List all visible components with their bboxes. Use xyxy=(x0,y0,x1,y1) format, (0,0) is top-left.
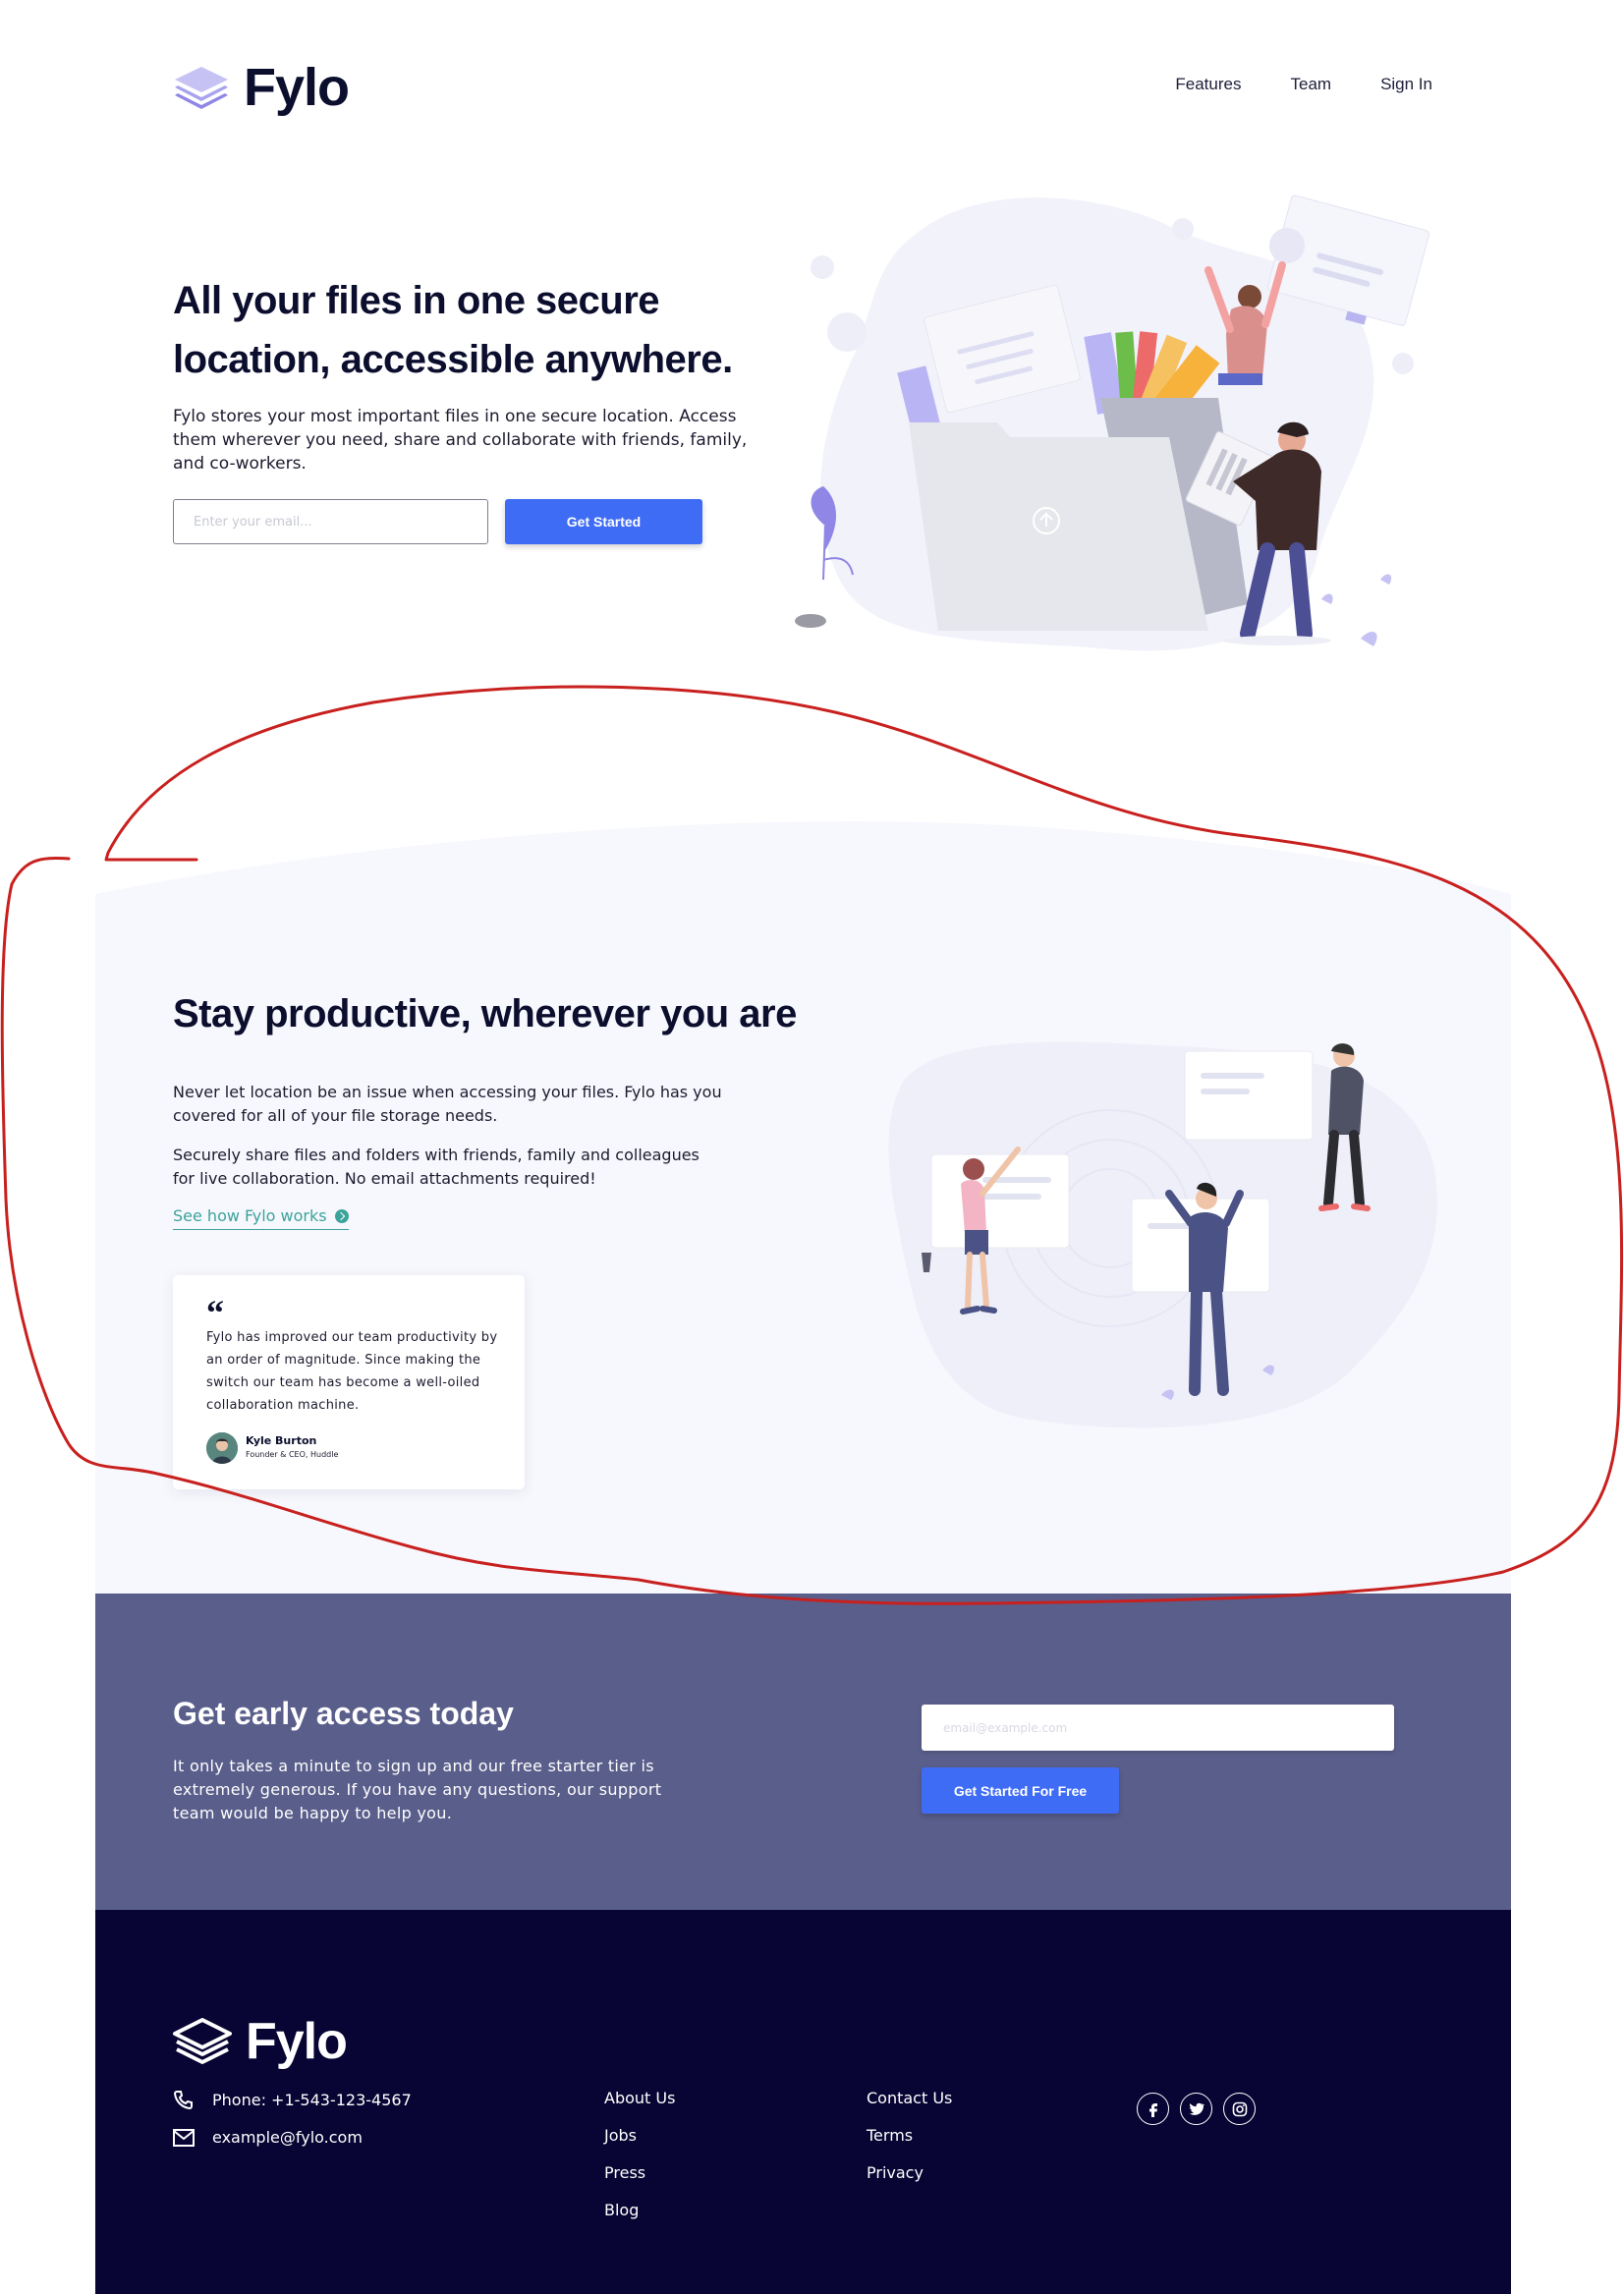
hero-title: All your files in one secure location, a… xyxy=(173,279,733,381)
footer-email: example@fylo.com xyxy=(173,2128,363,2147)
layers-logo-icon xyxy=(173,2018,232,2064)
footer: Fylo Phone: +1-543-123-4567 example@fylo… xyxy=(95,1910,1511,2294)
productive-card-2 xyxy=(1184,1050,1314,1141)
productive-paragraph-2: Securely share files and folders with fr… xyxy=(173,1146,700,1188)
footer-links-column-1: About Us Jobs Press Blog xyxy=(604,2089,675,2219)
footer-link-about-us[interactable]: About Us xyxy=(604,2089,675,2107)
testimonial-card: “ Fylo has improved our team productivit… xyxy=(173,1275,525,1489)
woman-head xyxy=(963,1158,984,1180)
hero-email-input[interactable]: Enter your email... xyxy=(173,499,488,544)
arrow-circle-icon xyxy=(334,1208,349,1223)
footer-link-blog[interactable]: Blog xyxy=(604,2201,675,2219)
footer-link-press[interactable]: Press xyxy=(604,2163,675,2182)
early-access-title: Get early access today xyxy=(173,1696,514,1731)
footer-links-column-2: Contact Us Terms Privacy xyxy=(867,2089,952,2182)
nav-sign-in[interactable]: Sign In xyxy=(1380,75,1432,94)
quote-icon: “ xyxy=(206,1293,224,1332)
nav-team[interactable]: Team xyxy=(1290,75,1331,94)
productive-title: Stay productive, wherever you are xyxy=(173,992,797,1035)
footer-link-terms[interactable]: Terms xyxy=(867,2126,952,2145)
productive-paragraph-1: Never let location be an issue when acce… xyxy=(173,1083,722,1125)
footer-link-privacy[interactable]: Privacy xyxy=(867,2163,952,2182)
see-how-fylo-works-link[interactable]: See how Fylo works xyxy=(173,1206,349,1230)
footer-link-jobs[interactable]: Jobs xyxy=(604,2126,675,2145)
get-started-button[interactable]: Get Started xyxy=(505,499,702,544)
early-access-email-input[interactable]: email@example.com xyxy=(922,1705,1394,1751)
logo-text: Fylo xyxy=(244,58,350,117)
early-access-description: It only takes a minute to sign up and ou… xyxy=(173,1757,662,1822)
footer-logo-text: Fylo xyxy=(246,2013,348,2070)
hero-person-top-head xyxy=(1238,285,1261,308)
testimonial-quote: Fylo has improved our team productivity … xyxy=(206,1330,498,1413)
nav-features[interactable]: Features xyxy=(1175,75,1241,94)
footer-link-contact-us[interactable]: Contact Us xyxy=(867,2089,952,2107)
footer-phone: Phone: +1-543-123-4567 xyxy=(173,2089,412,2110)
instagram-icon[interactable] xyxy=(1223,2093,1256,2125)
fylo-logo[interactable]: Fylo xyxy=(173,57,350,118)
footer-phone-text: Phone: +1-543-123-4567 xyxy=(212,2090,412,2109)
footer-logo[interactable]: Fylo xyxy=(173,2012,348,2071)
testimonial-role: Founder & CEO, Huddle xyxy=(246,1450,339,1459)
twitter-icon[interactable] xyxy=(1180,2093,1212,2125)
footer-email-text[interactable]: example@fylo.com xyxy=(212,2128,363,2147)
hero-description: Fylo stores your most important files in… xyxy=(173,407,748,474)
footer-social-links xyxy=(1137,2093,1256,2125)
phone-icon xyxy=(173,2091,193,2110)
testimonial-name: Kyle Burton xyxy=(246,1434,317,1447)
facebook-icon[interactable] xyxy=(1137,2093,1169,2125)
get-started-free-button[interactable]: Get Started For Free xyxy=(922,1767,1119,1814)
productive-illustration xyxy=(888,1041,1437,1428)
avatar xyxy=(206,1432,238,1464)
email-icon xyxy=(173,2128,195,2147)
see-how-link-label: See how Fylo works xyxy=(173,1206,327,1225)
main-nav: Features Team Sign In xyxy=(1175,75,1432,94)
layers-logo-icon xyxy=(175,67,228,109)
early-access-section: Get early access today It only takes a m… xyxy=(95,1594,1511,1910)
hero-illustration xyxy=(795,195,1430,651)
